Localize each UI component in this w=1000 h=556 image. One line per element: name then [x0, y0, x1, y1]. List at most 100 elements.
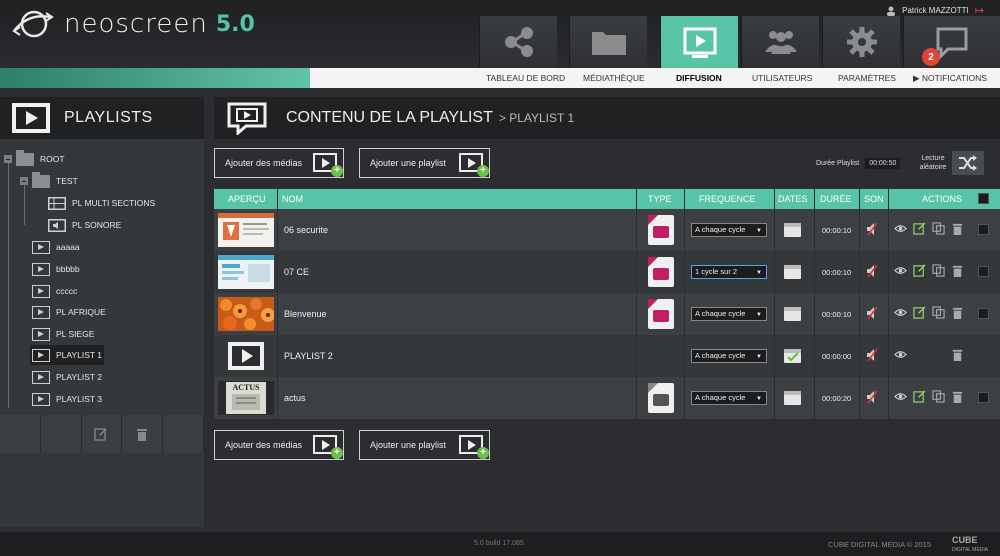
- row-checkbox[interactable]: [978, 392, 989, 403]
- shuffle-button[interactable]: [952, 151, 984, 175]
- tree-item-playlist-2[interactable]: PLAYLIST 2: [32, 367, 102, 387]
- col-type[interactable]: TYPE: [648, 194, 672, 204]
- tab-label-mediatheque[interactable]: MÉDIATHÈQUE: [583, 73, 645, 83]
- select-all-checkbox[interactable]: [978, 193, 989, 204]
- preview-eye-icon[interactable]: [894, 264, 907, 277]
- add-playlist-button[interactable]: Ajouter une playlist +: [359, 148, 490, 178]
- trash-icon[interactable]: [951, 306, 964, 319]
- tree-item-test[interactable]: TEST: [20, 171, 78, 191]
- table-row[interactable]: ACTUS actus A chaque cycle ▼ 00:00:20: [214, 377, 1000, 419]
- sound-muted-icon[interactable]: [866, 222, 878, 236]
- frequency-select[interactable]: A chaque cycle ▼: [691, 223, 767, 237]
- tab-diffusion[interactable]: [660, 16, 738, 68]
- tab-label-notifications[interactable]: ▶ NOTIFICATIONS: [913, 73, 987, 84]
- breadcrumb: > PLAYLIST 1: [498, 111, 575, 125]
- edit-playlist-button[interactable]: [81, 415, 123, 453]
- table-row[interactable]: 06 securite A chaque cycle ▼ 00:00:10: [214, 209, 1000, 251]
- play-screen-icon: [683, 27, 716, 58]
- delete-playlist-button[interactable]: [122, 415, 164, 453]
- user-name: Patrick MAZZOTTI: [902, 6, 969, 15]
- sound-muted-icon[interactable]: [866, 390, 878, 404]
- col-duree[interactable]: DURÉE: [820, 194, 852, 204]
- tree-item-playlist-3[interactable]: PLAYLIST 3: [32, 389, 102, 409]
- sound-muted-icon[interactable]: [866, 348, 878, 362]
- duplicate-icon[interactable]: [932, 306, 945, 319]
- trash-icon[interactable]: [951, 222, 964, 235]
- frequency-select[interactable]: A chaque cycle ▼: [691, 349, 767, 363]
- footer: 5.0 build 17.085 CUBE DIGITAL MEDIA © 20…: [0, 532, 1000, 556]
- sound-muted-icon[interactable]: [866, 306, 878, 320]
- frequency-select[interactable]: A chaque cycle ▼: [691, 391, 767, 405]
- row-checkbox[interactable]: [978, 308, 989, 319]
- tab-utilisateurs[interactable]: [741, 16, 819, 68]
- column-divider: [774, 189, 775, 419]
- edit-icon[interactable]: [913, 222, 926, 235]
- sound-muted-icon[interactable]: [866, 264, 878, 278]
- tab-notifications[interactable]: 2: [903, 16, 1000, 68]
- tab-mediatheque[interactable]: [569, 16, 647, 68]
- table-row[interactable]: 07 CE 1 cycle sur 2 ▼ 00:00:10: [214, 251, 1000, 293]
- col-dates[interactable]: DATES: [778, 194, 807, 204]
- playlists-title: PLAYLISTS: [64, 109, 153, 126]
- tab-label-tableau-de-bord[interactable]: TABLEAU DE BORD: [486, 73, 565, 83]
- table-row[interactable]: PLAYLIST 2 A chaque cycle ▼ 00:00:00: [214, 335, 1000, 377]
- edit-icon[interactable]: [913, 264, 926, 277]
- duplicate-icon[interactable]: [932, 390, 945, 403]
- tree-item-pl-multi-sections[interactable]: PL MULTI SECTIONS: [48, 193, 155, 213]
- collapse-toggle-icon[interactable]: [20, 177, 28, 185]
- col-nom[interactable]: NOM: [282, 194, 303, 204]
- copyright: CUBE DIGITAL MEDIA © 2015: [828, 540, 932, 549]
- shuffle-icon: [959, 155, 977, 171]
- tab-parametres[interactable]: [822, 16, 900, 68]
- svg-text:ACTUS: ACTUS: [232, 383, 260, 392]
- dates-calendar-icon[interactable]: [784, 223, 801, 237]
- edit-icon[interactable]: [913, 306, 926, 319]
- tab-label-utilisateurs[interactable]: UTILISATEURS: [752, 73, 812, 83]
- add-media-button-bottom[interactable]: Ajouter des médias +: [214, 430, 344, 460]
- dates-calendar-checked-icon[interactable]: [784, 349, 801, 363]
- dropdown-arrow-icon: ▼: [756, 312, 762, 318]
- preview-eye-icon[interactable]: [894, 390, 907, 403]
- col-frequence[interactable]: FREQUENCE: [699, 194, 756, 204]
- row-duration: 00:00:10: [822, 226, 852, 235]
- trash-icon[interactable]: [951, 348, 964, 361]
- dates-calendar-icon[interactable]: [784, 391, 801, 405]
- tree-item-root[interactable]: ROOT: [4, 149, 65, 169]
- duplicate-icon[interactable]: [932, 264, 945, 277]
- tree-item-pl-siege[interactable]: PL SIEGE: [32, 324, 94, 344]
- tab-label-parametres[interactable]: PARAMÈTRES: [838, 73, 896, 83]
- row-checkbox[interactable]: [978, 266, 989, 277]
- frequency-select[interactable]: A chaque cycle ▼: [691, 307, 767, 321]
- tree-item-label: TEST: [56, 176, 78, 186]
- row-checkbox[interactable]: [978, 224, 989, 235]
- dates-calendar-icon[interactable]: [784, 307, 801, 321]
- tree-item-playlist-1[interactable]: PLAYLIST 1: [30, 345, 104, 365]
- preview-eye-icon[interactable]: [894, 222, 907, 235]
- dates-calendar-icon[interactable]: [784, 265, 801, 279]
- trash-icon[interactable]: [951, 390, 964, 403]
- tab-tableau-de-bord[interactable]: [479, 16, 557, 68]
- table-row[interactable]: Blenvenue A chaque cycle ▼ 00:00:10: [214, 293, 1000, 335]
- duplicate-icon[interactable]: [932, 222, 945, 235]
- tree-item-pl-sonore[interactable]: PL SONORE: [48, 215, 121, 235]
- tab-label-diffusion[interactable]: DIFFUSION: [676, 73, 722, 83]
- tree-item-aaaaa[interactable]: aaaaa: [32, 237, 80, 257]
- collapse-toggle-icon[interactable]: [4, 155, 12, 163]
- add-media-button[interactable]: Ajouter des médias +: [214, 148, 344, 178]
- preview-eye-icon[interactable]: [894, 306, 907, 319]
- plus-icon: +: [477, 447, 489, 459]
- add-playlist-button-bottom[interactable]: Ajouter une playlist +: [359, 430, 490, 460]
- preview-eye-icon[interactable]: [894, 348, 907, 361]
- app-logo[interactable]: neoscreen 5.0: [10, 8, 255, 40]
- tree-item-pl-afrique[interactable]: PL AFRIQUE: [32, 302, 106, 322]
- add-media-label: Ajouter des médias: [225, 440, 303, 450]
- column-divider: [888, 189, 889, 419]
- random-label: Lecture aléatoire: [919, 155, 947, 171]
- edit-icon[interactable]: [913, 390, 926, 403]
- col-son[interactable]: SON: [864, 194, 884, 204]
- tree-item-bbbbb[interactable]: bbbbb: [32, 259, 80, 279]
- frequency-select[interactable]: 1 cycle sur 2 ▼: [691, 265, 767, 279]
- add-playlist-label: Ajouter une playlist: [370, 158, 447, 168]
- tree-item-ccccc[interactable]: ccccc: [32, 281, 77, 301]
- trash-icon[interactable]: [951, 264, 964, 277]
